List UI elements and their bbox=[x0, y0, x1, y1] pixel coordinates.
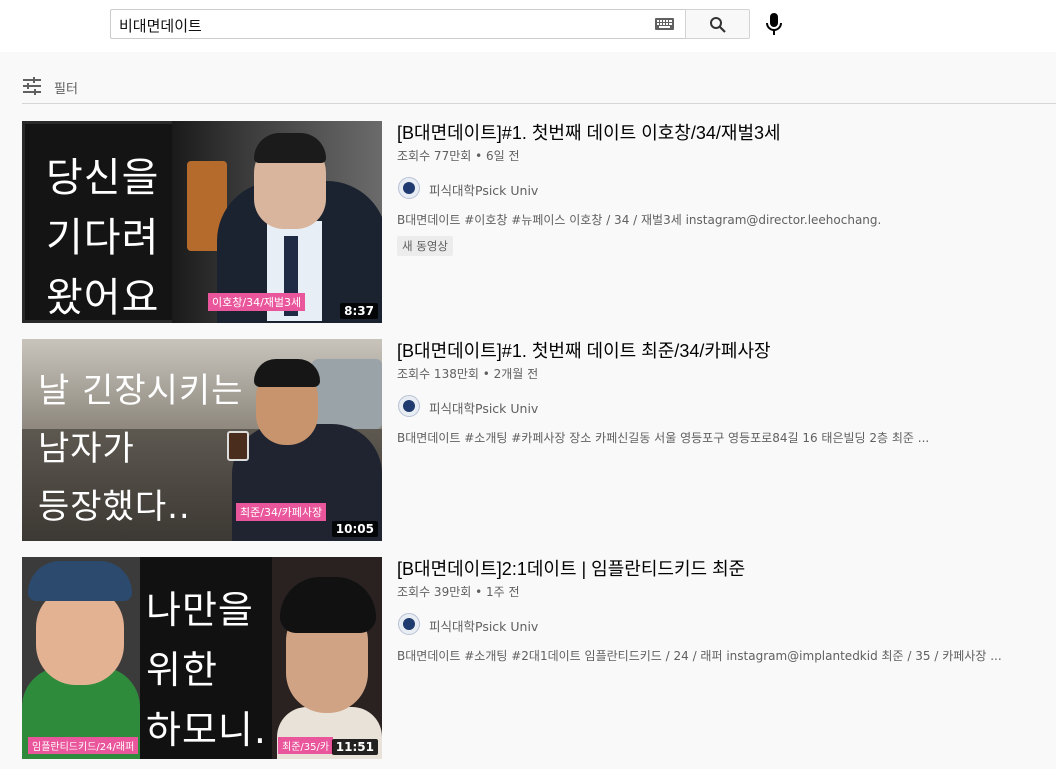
channel-link[interactable]: 피식대학Psick Univ bbox=[397, 612, 1052, 636]
channel-avatar[interactable] bbox=[398, 177, 420, 199]
video-meta: [B대면데이트]#1. 첫번째 데이트 이호창/34/재벌3세 조회수 77만회… bbox=[397, 121, 1052, 256]
thumbnail-caption: 남자가 bbox=[38, 429, 135, 469]
video-result[interactable]: 날 긴장시키는 남자가 등장했다.. 최준/34/카페사장 10:05 [B대면… bbox=[22, 339, 1056, 541]
channel-link[interactable]: 피식대학Psick Univ bbox=[397, 394, 1052, 418]
video-duration: 11:51 bbox=[331, 739, 378, 755]
video-thumbnail[interactable]: 나만을 위한 하모니. 임플란티드키드/24/래퍼 최준/35/카 11:51 bbox=[22, 557, 382, 759]
channel-link[interactable]: 피식대학Psick Univ bbox=[397, 176, 1052, 200]
video-description: B대면데이트 #소개팅 #카페사장 장소 카페신길동 서울 영등포구 영등포로8… bbox=[397, 431, 930, 445]
thumbnail-tag: 최준/35/카 bbox=[278, 737, 334, 754]
video-duration: 8:37 bbox=[340, 303, 378, 319]
search-icon bbox=[710, 17, 726, 33]
thumbnail-tag: 임플란티드키드/24/래퍼 bbox=[28, 737, 139, 754]
channel-name[interactable]: 피식대학Psick Univ bbox=[429, 616, 538, 635]
video-result[interactable]: 당신을 기다려 왔어요 이호창/34/재벌3세 8:37 [B대면데이트]#1.… bbox=[22, 121, 1056, 323]
filter-icon bbox=[23, 77, 41, 95]
thumbnail-caption: 등장했다.. bbox=[38, 487, 191, 527]
keyboard-icon[interactable] bbox=[655, 18, 674, 30]
video-thumbnail[interactable]: 당신을 기다려 왔어요 이호창/34/재벌3세 8:37 bbox=[22, 121, 382, 323]
video-title[interactable]: [B대면데이트]#1. 첫번째 데이트 이호창/34/재벌3세 bbox=[397, 121, 1052, 145]
video-title[interactable]: [B대면데이트]#1. 첫번째 데이트 최준/34/카페사장 bbox=[397, 339, 1052, 363]
thumbnail-caption: 하모니. bbox=[146, 708, 267, 752]
thumbnail-caption: 위한 bbox=[146, 648, 218, 692]
search-button[interactable] bbox=[685, 9, 750, 39]
video-result[interactable]: 나만을 위한 하모니. 임플란티드키드/24/래퍼 최준/35/카 11:51 … bbox=[22, 557, 1056, 759]
video-description: B대면데이트 #소개팅 #2대1데이트 임플란티드키드 / 24 / 래퍼 in… bbox=[397, 649, 1002, 663]
video-title[interactable]: [B대면데이트]2:1데이트 | 임플란티드키드 최준 bbox=[397, 557, 1052, 581]
video-meta: [B대면데이트]2:1데이트 | 임플란티드키드 최준 조회수 39만회 • 1… bbox=[397, 557, 1052, 664]
search-input[interactable]: 비대면데이트 bbox=[110, 9, 686, 39]
thumbnail-caption: 날 긴장시키는 bbox=[38, 371, 244, 411]
filter-label: 필터 bbox=[54, 82, 78, 97]
divider bbox=[22, 103, 1056, 104]
video-meta: [B대면데이트]#1. 첫번째 데이트 최준/34/카페사장 조회수 138만회… bbox=[397, 339, 1052, 446]
channel-name[interactable]: 피식대학Psick Univ bbox=[429, 180, 538, 199]
video-stats: 조회수 39만회 • 1주 전 bbox=[397, 585, 520, 599]
thumbnail-tag: 최준/34/카페사장 bbox=[236, 503, 327, 521]
channel-avatar[interactable] bbox=[398, 395, 420, 417]
video-stats: 조회수 138만회 • 2개월 전 bbox=[397, 367, 539, 381]
search-query-text: 비대면데이트 bbox=[119, 17, 202, 35]
masthead: 비대면데이트 bbox=[0, 0, 1056, 52]
thumbnail-tag: 이호창/34/재벌3세 bbox=[208, 293, 306, 311]
microphone-icon[interactable] bbox=[762, 10, 786, 38]
video-stats: 조회수 77만회 • 6일 전 bbox=[397, 149, 520, 163]
thumbnail-caption: 당신을 bbox=[46, 155, 160, 201]
thumbnail-caption: 왔어요 bbox=[46, 275, 160, 321]
channel-avatar[interactable] bbox=[398, 613, 420, 635]
video-description: B대면데이트 #이호창 #뉴페이스 이호창 / 34 / 재벌3세 instag… bbox=[397, 213, 882, 227]
channel-name[interactable]: 피식대학Psick Univ bbox=[429, 398, 538, 417]
thumbnail-caption: 기다려 bbox=[46, 215, 160, 261]
video-duration: 10:05 bbox=[331, 521, 378, 537]
new-video-badge: 새 동영상 bbox=[397, 236, 453, 256]
video-thumbnail[interactable]: 날 긴장시키는 남자가 등장했다.. 최준/34/카페사장 10:05 bbox=[22, 339, 382, 541]
thumbnail-caption: 나만을 bbox=[146, 588, 254, 632]
